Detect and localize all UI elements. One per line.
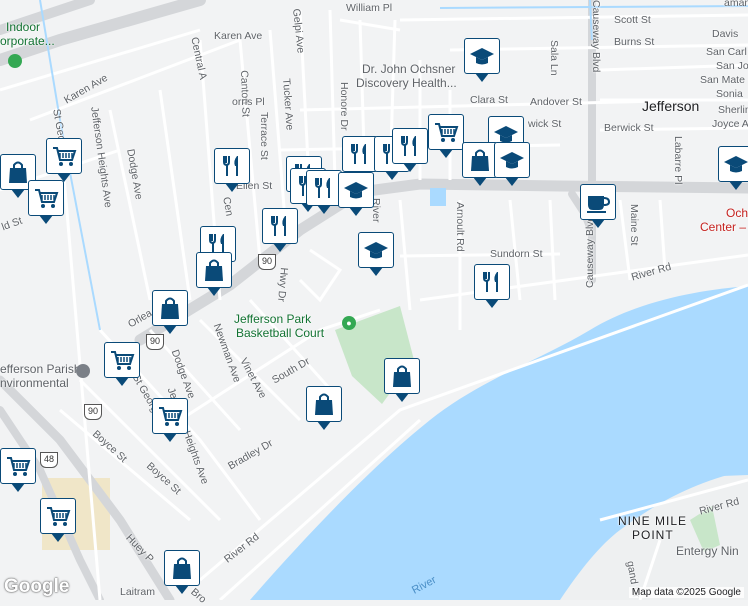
grocery-pin-icon[interactable] (40, 498, 76, 542)
street-label-joyce: Joyce A (712, 118, 748, 130)
education-pin-icon[interactable] (494, 142, 530, 186)
grocery-pin-icon[interactable] (428, 114, 464, 158)
street-label-san-carl: San Carl (706, 46, 747, 58)
grocery-pin-icon[interactable] (28, 180, 64, 224)
street-label-canton: Canton St (238, 70, 252, 118)
street-label-labarre: Labarre Pl (672, 136, 684, 185)
grocery-pin-icon[interactable] (152, 398, 188, 442)
pond (430, 188, 446, 206)
street-label-san-jo: San Jo (716, 60, 748, 72)
hwy-90-shield-2: 90 (146, 334, 164, 350)
street-label-sala: Sala Ln (548, 40, 560, 76)
street-label-maine: Maine St (628, 204, 640, 246)
parish-marker-icon[interactable] (76, 364, 90, 378)
map-attribution[interactable]: Map data ©2025 Google (628, 587, 744, 598)
street-label-orris: orris Pl (232, 96, 265, 108)
shopping-pin-icon[interactable] (152, 290, 188, 334)
street-label-terrace: Terrace St (258, 112, 270, 160)
street-label-scott: Scott St (614, 14, 651, 26)
poi-label-indoor-2: orporate... (0, 34, 55, 48)
shopping-pin-icon[interactable] (306, 386, 342, 430)
street-label-sundorn: Sundorn St (490, 248, 543, 260)
poi-label-parish-2: nvironmental (0, 376, 69, 390)
poi-label-parish: efferson Parish (0, 362, 81, 376)
street-label-karen: Karen Ave (214, 30, 263, 42)
poi-label-ochsner: Och (726, 206, 748, 220)
street-label-san-mate: San Mate (700, 74, 745, 86)
restaurant-pin-icon[interactable] (342, 136, 378, 180)
cafe-pin-icon[interactable] (580, 184, 616, 228)
poi-label-entergy: Entergy Nin (676, 544, 739, 558)
education-pin-icon[interactable] (464, 38, 500, 82)
street-label-sherlin: Sherlin (718, 104, 748, 116)
street-label-william: William Pl (346, 2, 393, 14)
street-label-causeway-2: Causeway Blvd (590, 0, 602, 73)
shopping-pin-icon[interactable] (196, 252, 232, 296)
restaurant-pin-icon[interactable] (306, 170, 342, 214)
poi-label-hospital: Dr. John Ochsner (362, 62, 456, 76)
shopping-pin-icon[interactable] (462, 142, 498, 186)
restaurant-pin-icon[interactable] (392, 128, 428, 172)
street-label-arnoult: Arnoult Rd (454, 202, 466, 252)
street-label-davis: Davis (712, 28, 739, 40)
grocery-pin-icon[interactable] (104, 342, 140, 386)
grocery-pin-icon[interactable] (46, 138, 82, 182)
place-label-point: POINT (632, 528, 674, 542)
street-label-andover: Andover St (530, 96, 582, 108)
restaurant-pin-icon[interactable] (214, 148, 250, 192)
education-pin-icon[interactable] (718, 146, 748, 190)
poi-label-indoor: Indoor (6, 20, 41, 34)
hwy-90-shield: 90 (258, 254, 276, 270)
city-label-jefferson: Jefferson (642, 98, 700, 114)
poi-label-park: Jefferson Park (234, 312, 312, 326)
poi-label-ochsner-2: Center – (700, 220, 747, 234)
education-pin-icon[interactable] (338, 172, 374, 216)
hwy-48-shield: 48 (40, 452, 58, 468)
poi-label-park-2: Basketball Court (236, 326, 325, 340)
indoor-marker-icon[interactable] (8, 54, 22, 68)
poi-label-hospital-2: Discovery Health... (356, 76, 457, 90)
google-logo: Google (4, 576, 70, 597)
shopping-pin-icon[interactable] (384, 358, 420, 402)
hwy-90-shield-3: 90 (84, 404, 102, 420)
street-label-laitram: Laitram (120, 586, 156, 598)
restaurant-pin-icon[interactable] (262, 208, 298, 252)
street-label-sonia: Sonia (716, 88, 743, 100)
street-label-honore: Honore Dr (338, 82, 350, 131)
street-label-kaman: aman (724, 0, 748, 9)
map-canvas[interactable] (0, 0, 748, 600)
grocery-pin-icon[interactable] (0, 448, 36, 492)
street-label-berwick: Berwick St (604, 122, 654, 134)
street-label-berwick-2: wick St (528, 118, 562, 130)
street-label-clara: Clara St (470, 94, 508, 106)
restaurant-pin-icon[interactable] (474, 264, 510, 308)
street-label-burns: Burns St (614, 36, 655, 48)
shopping-pin-icon[interactable] (164, 550, 200, 594)
education-pin-icon[interactable] (358, 232, 394, 276)
park-marker-icon[interactable]: ● (342, 316, 356, 330)
place-label-nine-mile: NINE MILE (618, 514, 688, 528)
